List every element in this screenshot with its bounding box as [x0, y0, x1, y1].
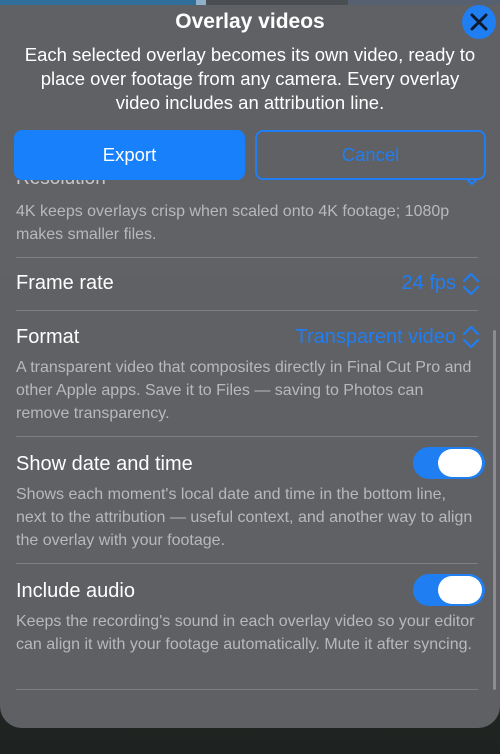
divider	[16, 310, 478, 311]
divider	[16, 689, 478, 690]
chevron-up-down-icon[interactable]	[460, 324, 482, 350]
close-icon	[470, 13, 488, 31]
resolution-description: 4K keeps overlays crisp when scaled onto…	[16, 203, 450, 243]
toggle-knob	[438, 576, 482, 604]
sheet-subtitle: Each selected overlay becomes its own vi…	[24, 44, 476, 113]
action-buttons: Export Cancel	[14, 130, 486, 180]
overlay-videos-sheet: Overlay videos Each selected overlay bec…	[0, 0, 500, 728]
format-value[interactable]: Transparent video	[296, 326, 456, 349]
show-date-time-toggle[interactable]	[413, 447, 485, 479]
resolution-label: Resolution	[16, 180, 106, 190]
show-date-time-label: Show date and time	[16, 453, 193, 475]
show-date-time-description: Shows each moment's local date and time …	[16, 486, 473, 549]
include-audio-label: Include audio	[16, 580, 135, 602]
frame-rate-value[interactable]: 24 fps	[402, 272, 456, 295]
chevron-up-down-icon[interactable]	[460, 271, 482, 297]
divider	[16, 436, 478, 437]
divider	[16, 563, 478, 564]
scrollbar[interactable]	[493, 330, 496, 690]
toggle-knob	[438, 449, 482, 477]
divider	[16, 257, 478, 258]
export-button[interactable]: Export	[14, 130, 245, 180]
format-label: Format	[16, 326, 80, 348]
background-photo-strip	[0, 0, 500, 5]
chevron-down-icon[interactable]	[462, 180, 482, 188]
sheet-title: Overlay videos	[175, 10, 325, 33]
frame-rate-label: Frame rate	[16, 272, 114, 294]
include-audio-description: Keeps the recording's sound in each over…	[16, 613, 475, 653]
settings-list[interactable]: Resolution 4K keeps overlays crisp when …	[0, 180, 500, 708]
close-button[interactable]	[462, 5, 496, 39]
format-description: A transparent video that composites dire…	[16, 359, 472, 422]
include-audio-toggle[interactable]	[413, 574, 485, 606]
cancel-button[interactable]: Cancel	[255, 130, 486, 180]
